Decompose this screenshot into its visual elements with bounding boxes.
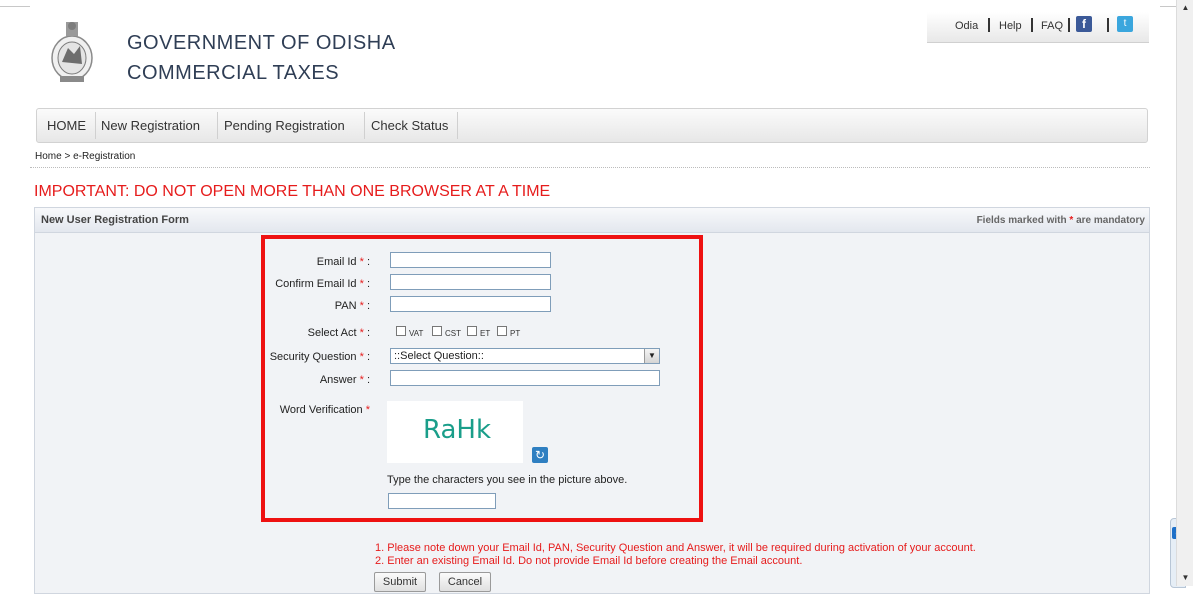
link-separator [988, 18, 990, 32]
mandatory-note: Fields marked with * are mandatory [977, 215, 1145, 226]
form-title: New User Registration Form [41, 214, 189, 226]
highlight-annotation-box [261, 235, 703, 522]
submit-button[interactable]: Submit [374, 572, 426, 592]
nav-home[interactable]: HOME [47, 118, 86, 133]
site-header: GOVERNMENT OF ODISHA COMMERCIAL TAXES [30, 6, 548, 98]
nav-pending-registration[interactable]: Pending Registration [224, 118, 345, 133]
nav-new-registration[interactable]: New Registration [101, 118, 200, 133]
nav-divider [364, 112, 365, 139]
link-separator [1031, 18, 1033, 32]
breadcrumb: Home > e-Registration [35, 151, 136, 162]
scroll-up-arrow-icon[interactable]: ▲ [1177, 0, 1193, 16]
link-separator [1107, 18, 1109, 32]
main-nav: HOME New Registration Pending Registrati… [36, 108, 1148, 143]
faq-link[interactable]: FAQ [1041, 20, 1063, 32]
mandatory-note-prefix: Fields marked with [976, 215, 1070, 226]
cancel-button[interactable]: Cancel [439, 572, 491, 592]
form-header: New User Registration Form Fields marked… [35, 208, 1149, 233]
nav-divider [217, 112, 218, 139]
note-2: 2. Enter an existing Email Id. Do not pr… [375, 555, 803, 567]
page: GOVERNMENT OF ODISHA COMMERCIAL TAXES Od… [30, 6, 1160, 594]
help-link[interactable]: Help [999, 20, 1022, 32]
dotted-divider [30, 167, 1150, 168]
nav-check-status[interactable]: Check Status [371, 118, 448, 133]
scroll-down-arrow-icon[interactable]: ▼ [1177, 570, 1193, 586]
link-separator [1068, 18, 1070, 32]
important-warning: IMPORTANT: DO NOT OPEN MORE THAN ONE BRO… [34, 183, 551, 200]
top-links-bar: Odia Help FAQ f t [927, 12, 1149, 43]
odisha-emblem-icon [51, 22, 93, 82]
org-name-line2: COMMERCIAL TAXES [127, 62, 340, 84]
nav-divider [457, 112, 458, 139]
vertical-scrollbar[interactable]: ▲ ▼ [1176, 0, 1193, 586]
note-1: 1. Please note down your Email Id, PAN, … [375, 542, 976, 554]
mandatory-note-suffix: are mandatory [1073, 215, 1145, 226]
facebook-icon[interactable]: f [1076, 16, 1092, 32]
twitter-icon[interactable]: t [1117, 16, 1133, 32]
nav-divider [95, 112, 96, 139]
org-name-line1: GOVERNMENT OF ODISHA [127, 32, 396, 54]
odia-link[interactable]: Odia [955, 20, 978, 32]
